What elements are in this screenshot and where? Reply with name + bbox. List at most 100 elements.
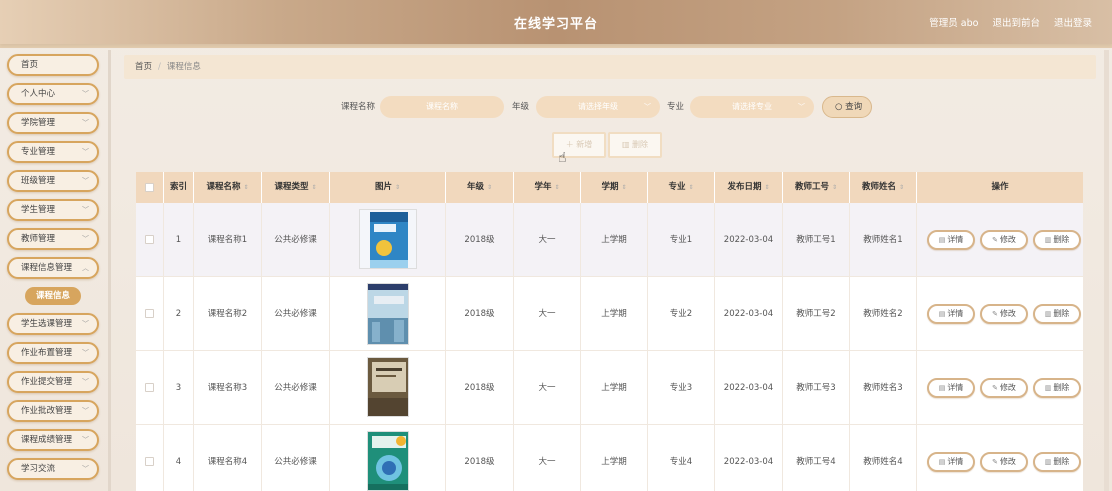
column-header[interactable]: 发布日期 ⇕: [715, 172, 783, 203]
admin-user-link[interactable]: 管理员 abo: [929, 15, 978, 29]
grade-label: 年级: [512, 102, 530, 112]
sidebar-item-teacher[interactable]: 教师管理 ﹀: [7, 228, 99, 250]
edit-button[interactable]: ✎ 修改: [980, 230, 1028, 250]
book-cover-icon: [368, 284, 408, 344]
cell-index: 2: [164, 277, 194, 351]
batch-delete-button[interactable]: ▥ 删除: [608, 132, 662, 158]
pencil-icon: ✎: [992, 384, 998, 392]
course-name-input[interactable]: 课程名称: [380, 96, 504, 118]
course-image-rock-mechanics[interactable]: [367, 283, 409, 345]
chevron-down-icon: ﹀: [82, 235, 89, 243]
row-checkbox[interactable]: [145, 235, 154, 244]
sort-icon: ⇕: [688, 184, 694, 191]
edit-button[interactable]: ✎ 修改: [980, 378, 1028, 398]
delete-button[interactable]: ▥ 删除: [1033, 452, 1081, 472]
detail-button[interactable]: ▤ 详情: [927, 304, 975, 324]
edit-button[interactable]: ✎ 修改: [980, 452, 1028, 472]
sidebar-item-course-info[interactable]: 课程信息管理 ︿: [7, 257, 99, 279]
cell-teacher-name: 教师姓名2: [850, 277, 917, 351]
sidebar-item-student[interactable]: 学生管理 ﹀: [7, 199, 99, 221]
chevron-down-icon: ﹀: [82, 206, 89, 214]
table-row: 4 课程名称4 公共必修课 2018级 大一 上学期 专业4 2022-03-0…: [136, 425, 1083, 491]
row-checkbox[interactable]: [145, 309, 154, 318]
detail-button[interactable]: ▤ 详情: [927, 452, 975, 472]
column-header: 操作: [991, 182, 1009, 192]
column-header[interactable]: 教师姓名 ⇕: [850, 172, 917, 203]
row-checkbox[interactable]: [145, 457, 154, 466]
search-icon: ○: [835, 102, 843, 112]
delete-button-label: 删除: [1053, 457, 1070, 466]
sidebar-item-homework-assign[interactable]: 作业布置管理 ﹀: [7, 342, 99, 364]
row-checkbox[interactable]: [145, 383, 154, 392]
trash-icon: ▥: [1044, 236, 1052, 244]
course-image-book-4[interactable]: [367, 431, 409, 491]
sidebar-item-label: 学生选课管理: [21, 319, 73, 329]
page-scrollbar[interactable]: [1104, 50, 1109, 491]
exit-to-front-link[interactable]: 退出到前台: [992, 15, 1040, 29]
logout-link[interactable]: 退出登录: [1054, 15, 1092, 29]
column-header-label: 教师姓名: [861, 182, 896, 192]
grade-select-placeholder: 请选择年级: [578, 102, 618, 111]
sidebar-item-study-exchange[interactable]: 学习交流 ﹀: [7, 458, 99, 480]
document-icon: ▤: [938, 310, 946, 318]
column-header[interactable]: 专业 ⇕: [648, 172, 715, 203]
sidebar-scrollbar[interactable]: [108, 50, 111, 491]
sidebar-item-major[interactable]: 专业管理 ﹀: [7, 141, 99, 163]
course-image-book-3[interactable]: [367, 357, 409, 417]
grade-select[interactable]: 请选择年级 ﹀: [536, 96, 660, 118]
column-header-label: 专业: [668, 182, 686, 192]
cell-grade: 2018级: [446, 425, 514, 491]
detail-button[interactable]: ▤ 详情: [927, 378, 975, 398]
query-button[interactable]: ○ 查询: [822, 96, 872, 118]
sidebar-item-home[interactable]: 首页: [7, 54, 99, 76]
course-name-label: 课程名称: [341, 102, 376, 112]
sort-icon: ⇕: [764, 184, 770, 191]
cell-course-name: 课程名称1: [194, 203, 262, 277]
column-header-label: 发布日期: [727, 182, 762, 192]
delete-button[interactable]: ▥ 删除: [1033, 230, 1081, 250]
edit-button-label: 修改: [999, 309, 1016, 318]
sidebar-item-course-selection[interactable]: 学生选课管理 ﹀: [7, 313, 99, 335]
chevron-down-icon: ﹀: [82, 378, 89, 386]
column-header-label: 学期: [601, 182, 619, 192]
document-icon: ▤: [938, 458, 946, 466]
top-header: 在线学习平台 管理员 abo 退出到前台 退出登录: [0, 0, 1112, 44]
delete-button[interactable]: ▥ 删除: [1033, 304, 1081, 324]
cell-index: 4: [164, 425, 194, 491]
column-header[interactable]: 学期 ⇕: [581, 172, 648, 203]
sidebar-item-course-score[interactable]: 课程成绩管理 ﹀: [7, 429, 99, 451]
sidebar-item-label: 教师管理: [21, 234, 56, 244]
column-header[interactable]: 课程名称 ⇕: [194, 172, 262, 203]
delete-button[interactable]: ▥ 删除: [1033, 378, 1081, 398]
cell-operations: ▤ 详情 ✎ 修改 ▥ 删除: [917, 425, 1083, 491]
column-header[interactable]: 图片 ⇕: [330, 172, 446, 203]
detail-button[interactable]: ▤ 详情: [927, 230, 975, 250]
edit-button[interactable]: ✎ 修改: [980, 304, 1028, 324]
sidebar-item-personal-center[interactable]: 个人中心 ﹀: [7, 83, 99, 105]
delete-button-label: 删除: [1053, 309, 1070, 318]
row-select-cell: [136, 425, 164, 491]
batch-delete-label: 删除: [632, 140, 649, 149]
sidebar-item-homework-submit[interactable]: 作业提交管理 ﹀: [7, 371, 99, 393]
sidebar-item-class[interactable]: 班级管理 ﹀: [7, 170, 99, 192]
select-all-checkbox[interactable]: [145, 183, 154, 192]
trash-icon: ▥: [621, 140, 630, 149]
major-select[interactable]: 请选择专业 ﹀: [690, 96, 814, 118]
sidebar-item-label: 专业管理: [21, 147, 56, 157]
row-select-cell: [136, 203, 164, 277]
sidebar-subitem-course-info[interactable]: 课程信息: [25, 287, 81, 305]
sort-icon: ⇕: [243, 184, 249, 191]
row-select-cell: [136, 351, 164, 425]
column-header[interactable]: 课程类型 ⇕: [262, 172, 330, 203]
sidebar-item-college[interactable]: 学院管理 ﹀: [7, 112, 99, 134]
column-header[interactable]: 学年 ⇕: [514, 172, 581, 203]
sidebar-item-label: 首页: [21, 60, 39, 70]
breadcrumb-home[interactable]: 首页: [135, 62, 152, 72]
course-image-physics[interactable]: [359, 209, 417, 269]
column-header[interactable]: 年级 ⇕: [446, 172, 514, 203]
sidebar-item-homework-grade[interactable]: 作业批改管理 ﹀: [7, 400, 99, 422]
column-header[interactable]: 教师工号 ⇕: [783, 172, 850, 203]
cell-teacher-name: 教师姓名4: [850, 425, 917, 491]
breadcrumb: 首页 / 课程信息: [124, 55, 1096, 79]
sidebar-item-label: 学生管理: [21, 205, 56, 215]
